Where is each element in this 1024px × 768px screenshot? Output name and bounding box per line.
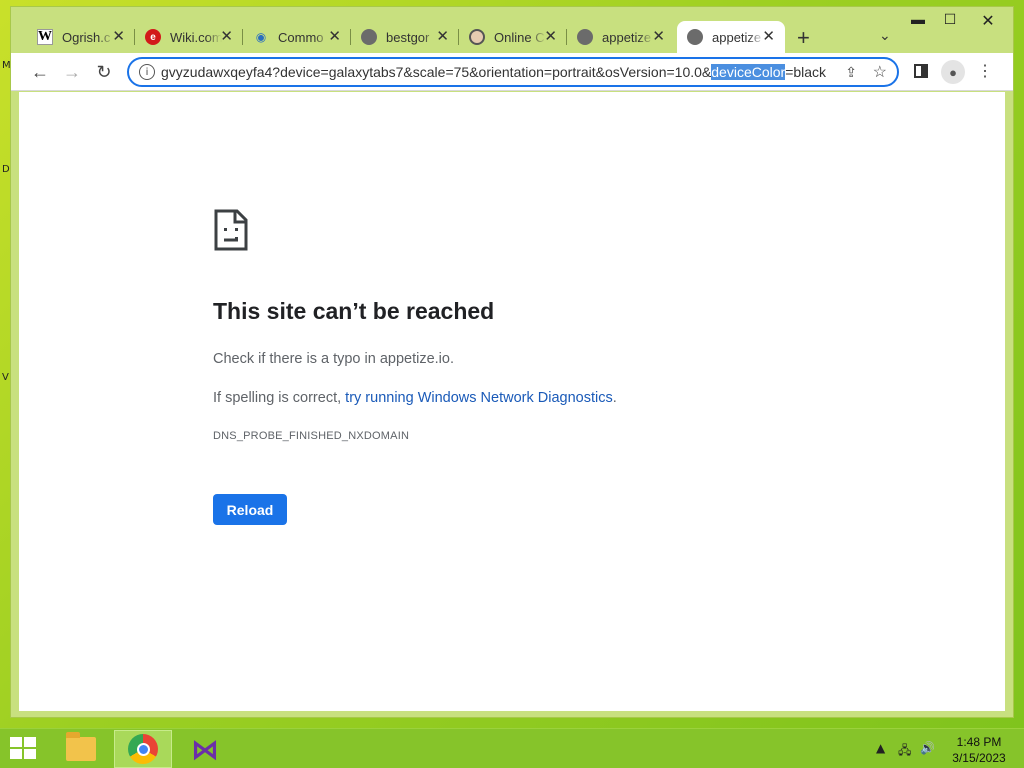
page-content: This site can’t be reached Check if ther… bbox=[19, 92, 1005, 711]
tab-title: Commo bbox=[278, 29, 324, 45]
browser-window: W Ogrish.c ✕ e Wiki.com ✕ ◉ Commo ✕ best… bbox=[10, 6, 1014, 718]
tab-title: Ogrish.c bbox=[62, 29, 111, 45]
tab-commons[interactable]: ◉ Commo ✕ bbox=[243, 21, 351, 53]
taskbar-visual-studio[interactable]: ⋈ bbox=[176, 730, 234, 768]
maximize-button[interactable]: ☐ bbox=[935, 11, 965, 28]
wikipedia-w-icon: W bbox=[37, 29, 53, 45]
close-icon[interactable]: ✕ bbox=[544, 29, 557, 44]
network-icon[interactable]: 🖧 bbox=[898, 741, 911, 762]
globe-icon bbox=[577, 29, 593, 45]
reload-toolbar-button[interactable]: ↻ bbox=[91, 59, 117, 85]
taskbar-chrome[interactable] bbox=[114, 730, 172, 768]
tab-title: appetize bbox=[602, 29, 652, 45]
tab-appetize[interactable]: appetize ✕ bbox=[567, 21, 675, 53]
close-icon[interactable]: ✕ bbox=[436, 29, 449, 44]
error-title: This site can’t be reached bbox=[213, 298, 495, 324]
tab-wiki-com[interactable]: e Wiki.com ✕ bbox=[135, 21, 243, 53]
profile-avatar-icon[interactable]: ● bbox=[941, 60, 965, 84]
network-diagnostics-link[interactable]: try running Windows Network Diagnostics bbox=[345, 390, 613, 406]
minimize-button[interactable]: ▬ bbox=[903, 11, 933, 27]
visual-studio-icon: ⋈ bbox=[191, 732, 219, 766]
system-clock[interactable]: 1:48 PM 3/15/2023 bbox=[944, 734, 1014, 766]
share-icon[interactable]: ⇪ bbox=[845, 64, 857, 81]
address-bar[interactable]: i gvyzudawxqeyfa4?device=galaxytabs7&sca… bbox=[127, 57, 899, 87]
tab-title: bestgor bbox=[386, 29, 430, 45]
close-window-button[interactable]: ✕ bbox=[973, 11, 1003, 31]
tab-title: appetize bbox=[712, 29, 762, 45]
browser-toolbar: ← → ↻ i gvyzudawxqeyfa4?device=galaxytab… bbox=[11, 53, 1013, 91]
taskbar: ⋈ ▲ 🖧 🔊 1:48 PM 3/15/2023 bbox=[0, 728, 1024, 768]
taskbar-file-explorer[interactable] bbox=[52, 730, 110, 768]
tab-search-chevron-icon[interactable]: ⌄ bbox=[879, 27, 891, 44]
close-icon[interactable]: ✕ bbox=[328, 29, 341, 44]
bookmark-star-icon[interactable]: ☆ bbox=[873, 62, 887, 82]
error-hint-typo: Check if there is a typo in appetize.io. bbox=[213, 351, 454, 367]
tab-ogrish[interactable]: W Ogrish.c ✕ bbox=[27, 21, 135, 53]
reload-button[interactable]: Reload bbox=[213, 494, 287, 525]
globe-icon bbox=[687, 29, 703, 45]
commons-drop-icon: ◉ bbox=[255, 30, 267, 44]
back-button[interactable]: ← bbox=[27, 59, 53, 85]
tab-bestgore[interactable]: bestgor ✕ bbox=[351, 21, 459, 53]
error-code: DNS_PROBE_FINISHED_NXDOMAIN bbox=[213, 430, 410, 442]
tray-chevron-icon[interactable]: ▲ bbox=[876, 741, 885, 755]
site-info-icon[interactable]: i bbox=[139, 64, 155, 80]
desktop-edge-letter: V bbox=[2, 372, 9, 383]
person-icon bbox=[469, 29, 485, 45]
tab-title: Online C bbox=[494, 29, 545, 45]
volume-icon[interactable]: 🔊 bbox=[920, 741, 935, 755]
tab-title: Wiki.com bbox=[170, 29, 222, 45]
broken-page-icon bbox=[214, 209, 248, 251]
chrome-icon bbox=[128, 734, 158, 764]
address-bar-url[interactable]: gvyzudawxqeyfa4?device=galaxytabs7&scale… bbox=[161, 64, 826, 80]
close-icon[interactable]: ✕ bbox=[112, 29, 125, 44]
side-panel-icon[interactable] bbox=[914, 64, 928, 78]
tab-appetize-active[interactable]: appetize ✕ bbox=[677, 21, 785, 53]
forward-button[interactable]: → bbox=[59, 59, 85, 85]
wiki-com-icon: e bbox=[145, 29, 161, 45]
close-icon[interactable]: ✕ bbox=[652, 29, 665, 44]
tab-strip: W Ogrish.c ✕ e Wiki.com ✕ ◉ Commo ✕ best… bbox=[11, 7, 1013, 53]
new-tab-button[interactable]: + bbox=[797, 25, 810, 51]
folder-icon bbox=[66, 732, 96, 761]
globe-icon bbox=[361, 29, 377, 45]
close-icon[interactable]: ✕ bbox=[762, 29, 775, 44]
menu-dots-icon[interactable]: ⋮ bbox=[977, 61, 993, 81]
tab-online[interactable]: Online C ✕ bbox=[459, 21, 567, 53]
desktop-edge-letter: D bbox=[2, 164, 10, 175]
error-hint-diagnostics: If spelling is correct, try running Wind… bbox=[213, 390, 617, 406]
windows-start-icon[interactable] bbox=[10, 737, 38, 761]
close-icon[interactable]: ✕ bbox=[220, 29, 233, 44]
